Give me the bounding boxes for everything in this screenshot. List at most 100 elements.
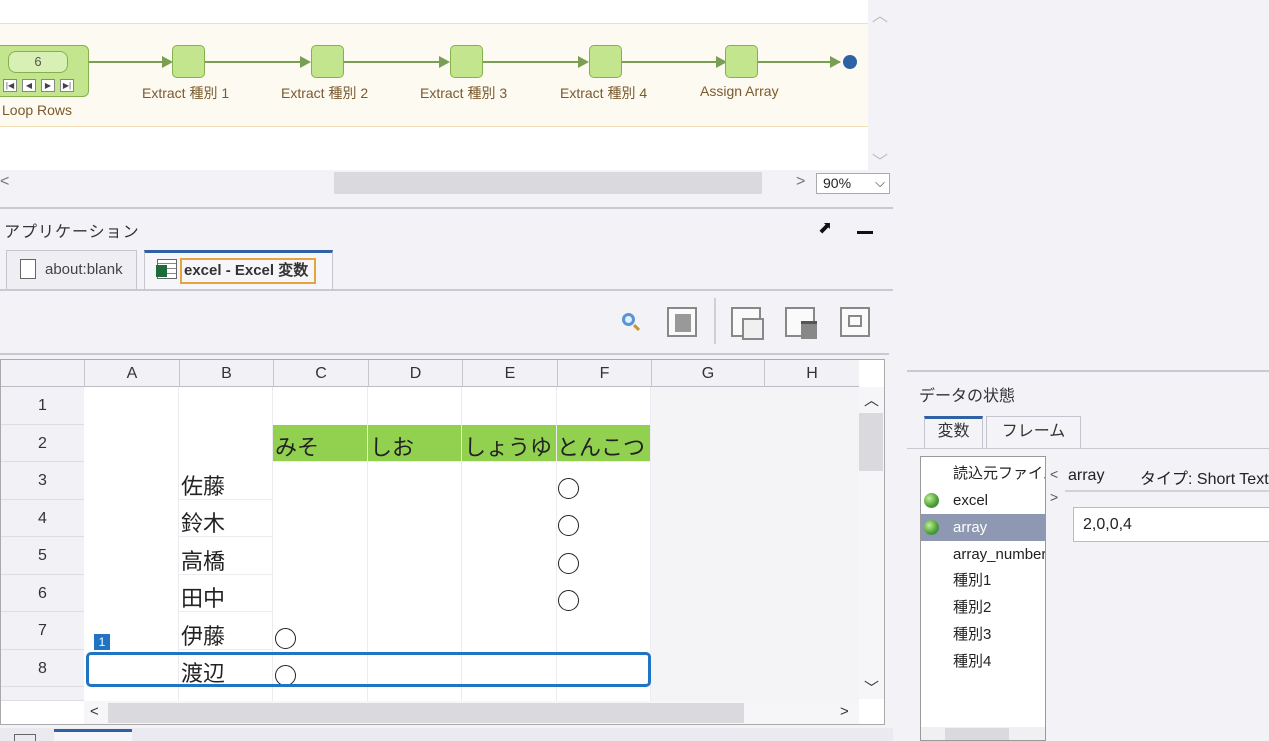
unused-columns[interactable] xyxy=(651,387,859,702)
cell-b5[interactable]: 高橋 xyxy=(179,537,273,575)
chevron-right-icon[interactable]: > xyxy=(840,703,849,720)
column-header-f[interactable]: F xyxy=(557,360,651,387)
cell-b7[interactable]: 伊藤 xyxy=(179,612,273,650)
row-header-4[interactable]: 4 xyxy=(1,500,84,537)
toolbar-divider xyxy=(0,353,889,355)
workflow-hscroll-thumb[interactable] xyxy=(334,172,762,194)
tab-excel-variable[interactable]: excel - Excel 変数 xyxy=(144,250,333,290)
flow-arrow xyxy=(578,56,589,68)
cell-b4[interactable]: 鈴木 xyxy=(179,500,273,537)
delete-icon[interactable] xyxy=(785,307,817,339)
chevron-up-icon[interactable]: ︿ xyxy=(872,2,888,26)
flow-arrow xyxy=(439,56,450,68)
chevron-right-icon[interactable]: > xyxy=(796,173,805,191)
step-extract-1[interactable] xyxy=(172,45,205,78)
table-icon[interactable] xyxy=(14,734,36,741)
zoom-fit-icon[interactable] xyxy=(840,307,870,337)
loop-last-icon[interactable]: ▶| xyxy=(60,79,74,92)
row-header-1[interactable]: 1 xyxy=(1,387,84,425)
column-header-b[interactable]: B xyxy=(179,360,273,387)
row-header-8[interactable]: 8 xyxy=(1,650,84,687)
step-assign-array-label: Assign Array xyxy=(700,83,779,99)
variable-name: 読込元ファイル xyxy=(953,465,1045,482)
step-extract-2[interactable] xyxy=(311,45,344,78)
spreadsheet[interactable]: A B C D E F G H 1 2 3 4 5 6 7 8 みそ しお しょ… xyxy=(0,359,885,725)
loop-count[interactable]: 6 xyxy=(8,51,68,73)
detail-divider xyxy=(1065,490,1269,492)
application-panel-title: アプリケーション xyxy=(4,224,140,241)
step-extract-3[interactable] xyxy=(450,45,483,78)
variable-item[interactable]: array_number xyxy=(921,541,1045,568)
search-icon[interactable] xyxy=(622,313,652,343)
chevron-down-icon[interactable]: ﹀ xyxy=(864,677,879,698)
cell-f2[interactable]: とんこつ xyxy=(557,425,651,462)
row-header-6[interactable]: 6 xyxy=(1,575,84,612)
variable-item[interactable]: 種別1 xyxy=(921,567,1045,594)
copy-icon[interactable] xyxy=(667,307,697,337)
row-header-3[interactable]: 3 xyxy=(1,462,84,500)
cell-c2[interactable]: みそ xyxy=(273,425,368,462)
variable-item[interactable]: excel xyxy=(921,487,1045,514)
data-state-title: データの状態 xyxy=(919,388,1016,405)
chevron-left-icon[interactable]: < xyxy=(1050,466,1058,482)
loop-first-icon[interactable]: |◀ xyxy=(3,79,17,92)
row-header-5[interactable]: 5 xyxy=(1,537,84,575)
cell-d2[interactable]: しお xyxy=(368,425,462,462)
column-header-row: A B C D E F G H xyxy=(1,360,859,387)
row-header-7[interactable]: 7 xyxy=(1,612,84,650)
sheet-hscroll-thumb[interactable] xyxy=(108,703,744,723)
flow-arrow xyxy=(300,56,311,68)
tab-frames[interactable]: フレーム xyxy=(986,416,1081,449)
column-header-h[interactable]: H xyxy=(764,360,859,387)
column-header-c[interactable]: C xyxy=(273,360,368,387)
variable-item[interactable]: 種別4 xyxy=(921,648,1045,675)
sheet-vertical-scrollbar[interactable]: ︿ ﹀ xyxy=(859,387,884,699)
loop-prev-icon[interactable]: ◀ xyxy=(22,79,36,92)
chevron-left-icon[interactable]: < xyxy=(90,703,99,720)
export-icon[interactable] xyxy=(731,307,764,340)
variable-list-scroll-thumb[interactable] xyxy=(945,728,1009,740)
flow-connector xyxy=(622,61,726,63)
loop-next-icon[interactable]: ▶ xyxy=(41,79,55,92)
mark-circle-f6 xyxy=(558,590,579,611)
selected-variable-value[interactable]: 2,0,0,4 xyxy=(1073,507,1269,542)
minimize-icon[interactable] xyxy=(857,231,873,234)
mark-circle-c7 xyxy=(275,628,296,649)
bottom-tab[interactable] xyxy=(54,729,132,741)
step-extract-4[interactable] xyxy=(589,45,622,78)
column-header-a[interactable]: A xyxy=(84,360,179,387)
column-header-d[interactable]: D xyxy=(368,360,462,387)
variable-name: array xyxy=(953,519,988,536)
variable-item[interactable]: 読込元ファイル xyxy=(921,460,1045,487)
variable-name: 種別1 xyxy=(953,572,992,589)
variable-item[interactable]: 種別3 xyxy=(921,621,1045,648)
step-assign-array[interactable] xyxy=(725,45,758,78)
variable-item-selected[interactable]: array xyxy=(921,514,1045,541)
flow-end-node[interactable] xyxy=(843,55,857,69)
variable-list[interactable]: 読込元ファイル excel array array_number 種別1 種別2… xyxy=(920,456,1046,741)
variable-list-scrollbar[interactable] xyxy=(921,727,1045,740)
chevron-left-icon[interactable]: < xyxy=(0,173,9,191)
column-header-e[interactable]: E xyxy=(462,360,557,387)
tab-variables[interactable]: 変数 xyxy=(924,416,983,449)
sheet-vscroll-thumb[interactable] xyxy=(859,413,883,471)
document-icon xyxy=(20,259,36,279)
sheet-horizontal-scrollbar[interactable]: < > xyxy=(84,701,859,724)
row-header-2[interactable]: 2 xyxy=(1,425,84,462)
tab-about-blank[interactable]: about:blank xyxy=(6,250,137,290)
row-header-9[interactable] xyxy=(1,687,84,701)
variable-item[interactable]: 種別2 xyxy=(921,594,1045,621)
cell-b6[interactable]: 田中 xyxy=(179,575,273,612)
cell-b3[interactable]: 佐藤 xyxy=(179,462,273,500)
chevron-down-icon[interactable]: ﹀ xyxy=(872,148,888,172)
zoom-select[interactable]: 90% ⌵ xyxy=(816,173,890,194)
variable-name: 種別2 xyxy=(953,599,992,616)
chevron-up-icon[interactable]: ︿ xyxy=(864,389,879,410)
variable-name: 種別3 xyxy=(953,626,992,643)
flow-connector xyxy=(89,61,169,63)
cell-e2[interactable]: しょうゆ xyxy=(462,425,557,462)
corner-cell[interactable] xyxy=(1,360,84,387)
popout-icon[interactable]: ⬈ xyxy=(818,218,832,238)
column-header-g[interactable]: G xyxy=(651,360,764,387)
chevron-right-icon[interactable]: > xyxy=(1050,489,1058,505)
